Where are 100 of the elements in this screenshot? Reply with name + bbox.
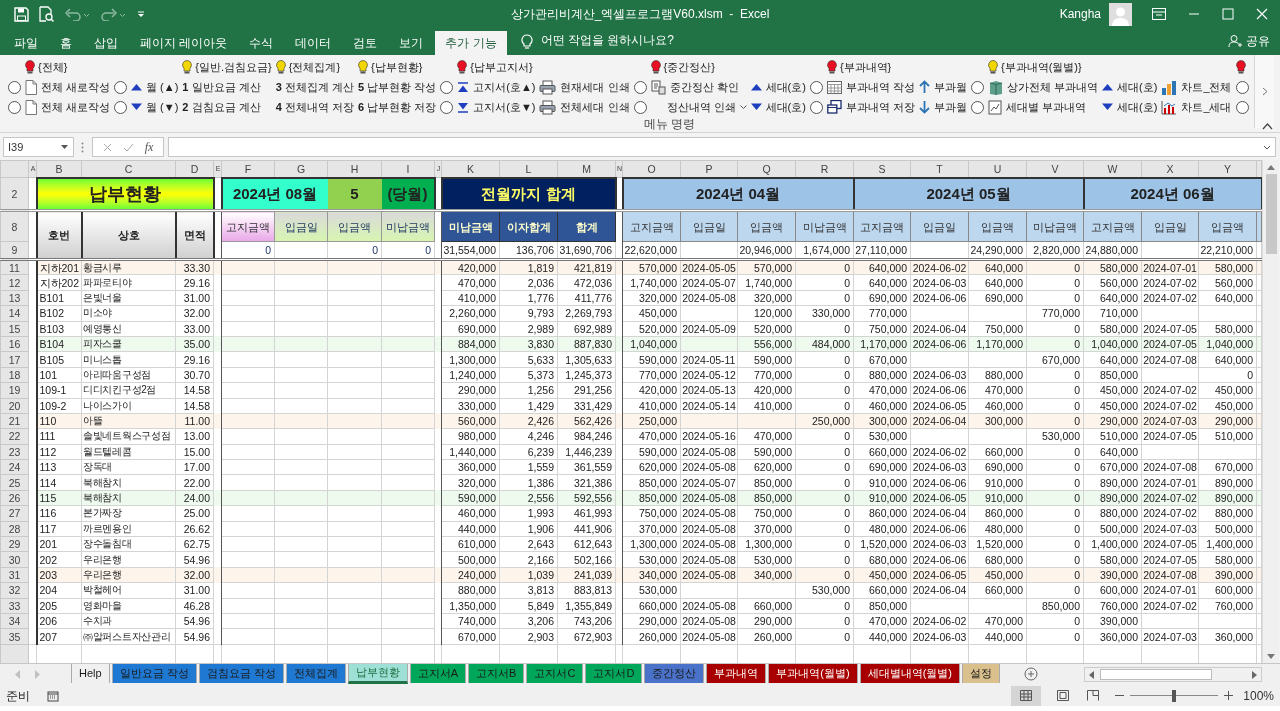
ribbon-tab[interactable]: 홈	[50, 31, 82, 55]
sheet-tab[interactable]: 중간정산	[644, 664, 705, 683]
avatar-icon[interactable]	[1109, 2, 1132, 26]
sheet-tab[interactable]: 고지서B	[468, 664, 525, 683]
column-header[interactable]: U	[968, 160, 1027, 178]
radio-button[interactable]	[971, 80, 984, 94]
column-header[interactable]: S	[853, 160, 911, 178]
page-break-icon[interactable]	[1087, 690, 1100, 701]
column-header[interactable]: K	[441, 160, 500, 178]
redo-icon[interactable]	[100, 7, 126, 21]
share-button[interactable]: 공유	[1228, 32, 1270, 50]
ribbon-tab[interactable]: 추가 기능	[435, 31, 507, 55]
row-header[interactable]: 8	[0, 210, 29, 242]
zoom-in-icon[interactable]	[1224, 691, 1234, 700]
sheet-tab[interactable]: 부과내역	[706, 664, 767, 683]
ribbon-tab[interactable]: 검토	[343, 31, 388, 55]
scroll-down-icon[interactable]	[1267, 654, 1275, 659]
zoom-slider[interactable]	[1130, 689, 1219, 702]
column-header[interactable]: M	[557, 160, 616, 178]
zoom-slider-thumb[interactable]	[1172, 689, 1177, 702]
ribbon-button[interactable]: 정산내역 인쇄	[650, 98, 747, 116]
ribbon-button[interactable]: 세대별 부과내역	[988, 98, 1087, 116]
radio-button[interactable]	[114, 80, 128, 94]
sheet-tab[interactable]: 고지서C	[526, 664, 584, 683]
sheet-tab[interactable]: 납부현황	[347, 664, 408, 684]
radio-button[interactable]	[809, 80, 823, 94]
radio-button[interactable]	[440, 80, 454, 94]
ribbon-button[interactable]: 차트_전체	[1161, 78, 1232, 96]
ribbon-button[interactable]: 고지서(호▲)	[457, 78, 536, 96]
ribbon-button[interactable]: 부과내역 저장	[826, 98, 915, 116]
undo-icon[interactable]	[64, 7, 90, 21]
radio-button[interactable]	[114, 100, 128, 114]
ribbon-button[interactable]: 현재세대 인쇄	[539, 78, 630, 96]
ribbon-button[interactable]: 전체 새로작성	[25, 98, 111, 116]
formula-input[interactable]	[168, 137, 1276, 157]
ribbon-tab[interactable]: 페이지 레이아웃	[130, 31, 238, 55]
column-header[interactable]: R	[795, 160, 854, 178]
ribbon-button[interactable]: 부과월	[919, 98, 967, 116]
close-icon[interactable]	[1256, 8, 1268, 20]
radio-button[interactable]	[971, 100, 984, 114]
sheet-tab[interactable]: 전체집계	[285, 664, 346, 683]
sheet-tab[interactable]: 고지서D	[585, 664, 643, 683]
column-header[interactable]: H	[327, 160, 382, 178]
radio-button[interactable]	[1235, 100, 1249, 114]
save-icon[interactable]	[14, 6, 29, 22]
scroll-right-icon[interactable]	[1261, 87, 1268, 96]
radio-button[interactable]	[633, 100, 647, 114]
ribbon-button[interactable]: 부과내역 작성	[826, 78, 915, 96]
column-header[interactable]: L	[499, 160, 558, 178]
ribbon-button[interactable]: 중간정산 확인	[650, 78, 739, 96]
ribbon-button[interactable]: 월 (▼)	[131, 98, 179, 116]
ribbon-button[interactable]: 고지서(호▼)	[457, 98, 536, 116]
sheet-tab[interactable]: 일반요금 작성	[111, 664, 197, 683]
sheet-tab[interactable]: 고지서A	[409, 664, 467, 683]
ribbon-button[interactable]: 세대(호)	[1102, 78, 1158, 96]
radio-button[interactable]	[8, 100, 21, 114]
new-sheet-icon[interactable]	[1024, 667, 1038, 681]
ribbon-button[interactable]: 5 납부현황 작성	[358, 78, 437, 96]
column-header[interactable]: D	[175, 160, 214, 178]
column-header[interactable]: V	[1026, 160, 1084, 178]
ribbon-tab[interactable]: 보기	[389, 31, 434, 55]
ribbon-button[interactable]: 4 전체내역 저장	[275, 98, 354, 116]
column-header[interactable]: B	[36, 160, 82, 178]
ribbon-button[interactable]: 세대(호)	[750, 78, 806, 96]
page-layout-icon[interactable]	[1057, 690, 1070, 701]
sheet-tab[interactable]: Help	[71, 664, 110, 683]
print-preview-icon[interactable]	[39, 6, 54, 22]
insert-function-button[interactable]: fx	[144, 138, 154, 156]
scroll-up-icon[interactable]	[1267, 165, 1275, 170]
collapse-ribbon-icon[interactable]	[1262, 123, 1273, 130]
column-header[interactable]: F	[221, 160, 275, 178]
maximize-icon[interactable]	[1222, 8, 1234, 20]
more-icon[interactable]	[81, 141, 84, 153]
ribbon-button[interactable]: 전체세대 인쇄	[539, 98, 630, 116]
radio-button[interactable]	[633, 80, 647, 94]
ribbon-button[interactable]: 세대(호)	[750, 98, 806, 116]
radio-button[interactable]	[8, 80, 21, 94]
vertical-scrollbar[interactable]	[1262, 160, 1279, 663]
ribbon-button[interactable]: 월 (▲)	[131, 78, 179, 96]
ribbon-tab[interactable]: 데이터	[285, 31, 342, 55]
ribbon-tab[interactable]: 수식	[239, 31, 284, 55]
scroll-thumb[interactable]	[1265, 174, 1277, 254]
column-header[interactable]: P	[680, 160, 738, 178]
normal-view-button[interactable]	[1011, 685, 1042, 706]
tell-me-search[interactable]: 어떤 작업을 원하시나요?	[540, 31, 675, 49]
ribbon-tab[interactable]: 삽입	[84, 31, 128, 55]
ribbon-button[interactable]: 부과월	[919, 78, 967, 96]
ribbon-button[interactable]: 전체 새로작성	[25, 78, 111, 96]
column-header[interactable]: G	[274, 160, 328, 178]
ribbon-button[interactable]: 3 전체집계 계산	[275, 78, 354, 96]
macro-record-icon[interactable]	[47, 689, 59, 702]
column-header[interactable]: W	[1083, 160, 1142, 178]
radio-button[interactable]	[809, 100, 823, 114]
column-header[interactable]: Y	[1198, 160, 1257, 178]
ribbon-button[interactable]: 차트_세대	[1161, 98, 1232, 116]
column-header[interactable]: T	[910, 160, 969, 178]
customize-toolbar-icon[interactable]	[136, 9, 146, 19]
ribbon-tab[interactable]: 파일	[4, 31, 48, 55]
ribbon-button[interactable]: 1 일반요금 계산	[182, 78, 261, 96]
name-box[interactable]: I39	[3, 137, 74, 157]
